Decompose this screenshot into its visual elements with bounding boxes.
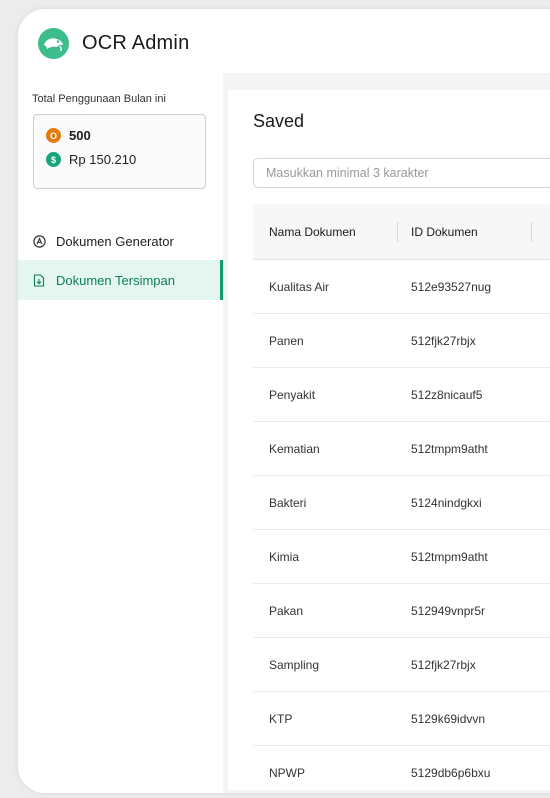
sidebar-item-label: Dokumen Generator (56, 233, 174, 249)
table-row[interactable]: NPWP 5129db6p6bxu (253, 746, 550, 798)
cell-id: 5124nindgkxi (411, 496, 482, 510)
table-row[interactable]: Penyakit 512z8nicauf5 (253, 368, 550, 422)
cell-id: 5129db6p6bxu (411, 766, 491, 780)
table-row[interactable]: KTP 5129k69idvvn (253, 692, 550, 746)
file-download-icon (32, 273, 46, 287)
fish-logo-icon (38, 28, 69, 59)
table-row[interactable]: Bakteri 5124nindgkxi (253, 476, 550, 530)
cell-id: 512fjk27rbjx (411, 334, 476, 348)
dollar-icon: $ (46, 152, 61, 167)
cell-id: 512tmpm9atht (411, 550, 488, 564)
cell-id: 512949vnpr5r (411, 604, 486, 618)
cell-nama: Bakteri (269, 496, 307, 510)
cell-id: 512tmpm9atht (411, 442, 488, 456)
usage-tokens-value: 500 (69, 128, 91, 143)
table-row[interactable]: Pakan 512949vnpr5r (253, 584, 550, 638)
search-input[interactable] (253, 158, 550, 188)
cell-id: 512e93527nug (411, 280, 492, 294)
cell-nama: KTP (269, 712, 293, 726)
cell-id: 512fjk27rbjx (411, 658, 476, 672)
a-circle-icon (32, 234, 46, 248)
table-row[interactable]: Panen 512fjk27rbjx (253, 314, 550, 368)
cell-nama: Pakan (269, 604, 304, 618)
column-header-id-dokumen[interactable]: ID Dokumen (411, 204, 478, 260)
table-row[interactable]: Kematian 512tmpm9atht (253, 422, 550, 476)
cell-id: 5129k69idvvn (411, 712, 486, 726)
sidebar: Total Penggunaan Bulan ini O 500 $ Rp 15… (18, 73, 223, 793)
sidebar-item-dokumen-generator[interactable]: Dokumen Generator (18, 221, 223, 261)
cell-nama: Panen (269, 334, 304, 348)
top-bar: OCR Admin (18, 9, 550, 73)
coin-icon: O (46, 128, 61, 143)
usage-amount-row: $ Rp 150.210 (46, 152, 136, 167)
usage-card: O 500 $ Rp 150.210 (33, 114, 206, 189)
table-row[interactable]: Sampling 512fjk27rbjx (253, 638, 550, 692)
usage-tokens-row: O 500 (46, 128, 91, 143)
column-divider[interactable] (531, 222, 532, 242)
cell-nama: NPWP (269, 766, 305, 780)
table-header: Nama Dokumen ID Dokumen (253, 204, 550, 260)
usage-label: Total Penggunaan Bulan ini (32, 93, 166, 105)
table-row[interactable]: Kimia 512tmpm9atht (253, 530, 550, 584)
table-body: Kualitas Air 512e93527nug Panen 512fjk27rb… (253, 260, 550, 798)
column-header-nama-dokumen[interactable]: Nama Dokumen (269, 204, 356, 260)
sidebar-item-dokumen-tersimpan[interactable]: Dokumen Tersimpan (18, 260, 223, 300)
app-title: OCR Admin (82, 32, 190, 54)
page-title: Saved (253, 111, 305, 131)
sidebar-item-label: Dokumen Tersimpan (56, 272, 175, 288)
cell-id: 512z8nicauf5 (411, 388, 483, 402)
cell-nama: Kimia (269, 550, 300, 564)
cell-nama: Kematian (269, 442, 320, 456)
column-divider[interactable] (397, 222, 398, 242)
table-row[interactable]: Kualitas Air 512e93527nug (253, 260, 550, 314)
cell-nama: Kualitas Air (269, 280, 330, 294)
cell-nama: Penyakit (269, 388, 316, 402)
cell-nama: Sampling (269, 658, 320, 672)
saved-card: Saved Nama Dokumen ID Dokumen Kualitas A… (228, 90, 550, 790)
usage-amount-value: Rp 150.210 (69, 152, 137, 167)
